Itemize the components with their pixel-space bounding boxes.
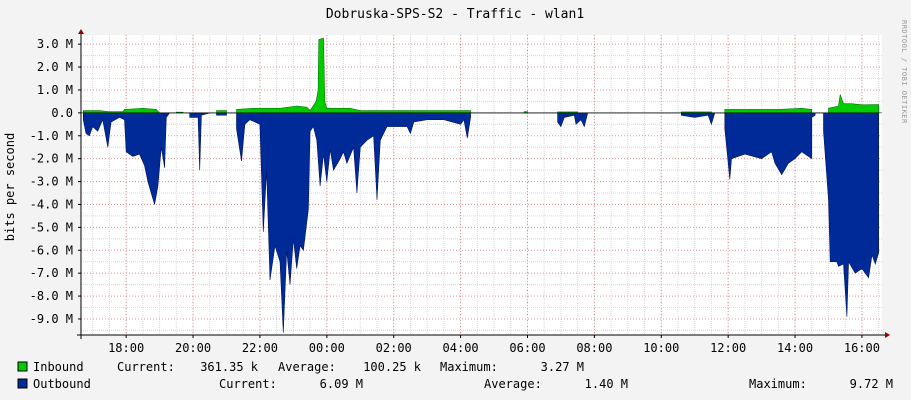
chart-title: Dobruska-SPS-S2 - Traffic - wlan1: [326, 7, 584, 22]
y-tick-label: -4.0 M: [30, 197, 73, 211]
y-tick-label: -7.0 M: [30, 266, 73, 280]
legend-outbound-average-value: 1.40 M: [585, 377, 628, 391]
x-tick-label: 20:00: [175, 341, 211, 355]
legend-outbound-current-label: Current:: [219, 377, 277, 391]
traffic-chart: Dobruska-SPS-S2 - Traffic - wlan1 RRDTOO…: [0, 0, 911, 400]
legend-inbound-average-label: Average:: [278, 360, 336, 374]
y-tick-label: 3.0 M: [37, 37, 73, 51]
rrdtool-watermark: RRDTOOL / TOBI OETIKER: [900, 20, 908, 124]
legend-swatch-outbound: [17, 378, 28, 389]
legend-swatch-inbound: [17, 361, 28, 372]
legend-inbound-current-value: 361.35 k: [200, 360, 259, 374]
y-tick-label: -8.0 M: [30, 289, 73, 303]
x-tick-label: 04:00: [443, 341, 479, 355]
y-tick-label: -5.0 M: [30, 220, 73, 234]
legend-inbound-current-label: Current:: [117, 360, 175, 374]
legend-inbound-name: Inbound: [33, 360, 84, 374]
x-tick-label: 10:00: [643, 341, 679, 355]
legend-outbound-average-label: Average:: [484, 377, 542, 391]
legend-outbound-maximum-value: 9.72 M: [850, 377, 893, 391]
y-tick-label: 0.0: [51, 106, 73, 120]
y-tick-label: -6.0 M: [30, 243, 73, 257]
legend-inbound-maximum-label: Maximum:: [440, 360, 498, 374]
y-tick-label: -3.0 M: [30, 175, 73, 189]
legend-inbound-maximum-value: 3.27 M: [541, 360, 584, 374]
y-tick-label: -9.0 M: [30, 312, 73, 326]
x-tick-label: 22:00: [242, 341, 278, 355]
x-tick-label: 18:00: [108, 341, 144, 355]
x-tick-label: 12:00: [710, 341, 746, 355]
y-tick-label: -2.0 M: [30, 152, 73, 166]
x-tick-label: 08:00: [576, 341, 612, 355]
legend-outbound-name: Outbound: [33, 377, 91, 391]
x-tick-label: 14:00: [777, 341, 813, 355]
legend-inbound-average-value: 100.25 k: [363, 360, 422, 374]
legend-outbound-current-value: 6.09 M: [320, 377, 363, 391]
y-axis-label: bits per second: [3, 133, 17, 241]
legend-outbound-maximum-label: Maximum:: [749, 377, 807, 391]
x-tick-label: 02:00: [376, 341, 412, 355]
x-tick-label: 00:00: [309, 341, 345, 355]
y-tick-label: 1.0 M: [37, 83, 73, 97]
y-tick-label: 2.0 M: [37, 60, 73, 74]
x-tick-label: 06:00: [509, 341, 545, 355]
x-tick-label: 16:00: [844, 341, 880, 355]
y-tick-label: -1.0 M: [30, 129, 73, 143]
